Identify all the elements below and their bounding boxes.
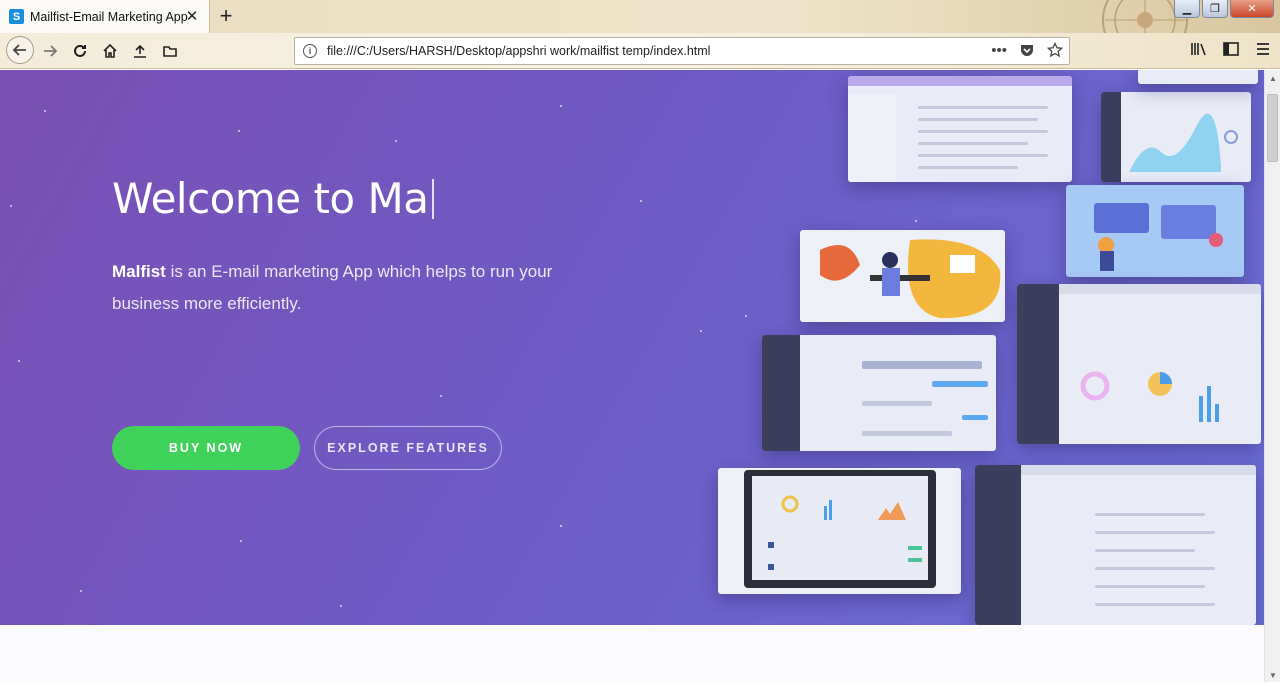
new-tab-button[interactable]: +: [216, 3, 236, 29]
hero-section: Welcome to Ma Malfist is an E-mail marke…: [0, 70, 1264, 625]
star-decoration: [18, 360, 20, 362]
star-decoration: [10, 205, 12, 207]
scroll-down-icon[interactable]: ▼: [1269, 671, 1277, 680]
page-scrollbar[interactable]: ▲ ▼: [1264, 70, 1280, 682]
explore-features-button[interactable]: EXPLORE FEATURES: [314, 426, 502, 470]
hero-description-text: is an E-mail marketing App which helps t…: [112, 262, 553, 313]
scrollbar-thumb[interactable]: [1267, 94, 1278, 162]
star-decoration: [440, 395, 442, 397]
browser-tab[interactable]: S Mailfist-Email Marketing App ✕: [0, 0, 210, 33]
scroll-up-icon[interactable]: ▲: [1269, 74, 1277, 83]
more-actions-icon[interactable]: •••: [991, 42, 1007, 59]
buy-now-button[interactable]: BUY NOW: [112, 426, 300, 470]
folder-icon: [163, 46, 177, 57]
back-arrow-icon: [12, 44, 26, 56]
star-decoration: [240, 540, 242, 542]
reload-button[interactable]: [68, 40, 92, 62]
typing-cursor: [432, 179, 435, 219]
address-bar[interactable]: i file:///C:/Users/HARSH/Desktop/appshri…: [294, 37, 1070, 65]
browser-navbar: i file:///C:/Users/HARSH/Desktop/appshri…: [0, 33, 1280, 69]
next-section: [0, 625, 1264, 682]
screenshot-analytics: [1101, 92, 1251, 182]
sidebar-icon[interactable]: [1222, 41, 1240, 57]
screenshot-illustration-desk: [800, 230, 1005, 322]
folder-button[interactable]: [158, 40, 182, 62]
close-tab-icon[interactable]: ✕: [183, 7, 201, 25]
browser-titlebar: S Mailfist-Email Marketing App ✕ + ▁ ❐ ✕: [0, 0, 1280, 63]
star-decoration: [80, 590, 82, 592]
forward-button[interactable]: [38, 40, 62, 62]
reload-icon: [74, 44, 86, 57]
hero-title-text: Welcome to Ma: [112, 174, 429, 223]
maximize-button[interactable]: ❐: [1202, 0, 1228, 18]
toolbar-right: [1190, 41, 1272, 57]
star-decoration: [745, 315, 747, 317]
star-decoration: [238, 130, 240, 132]
upload-icon: [134, 44, 146, 58]
url-tools: •••: [991, 42, 1063, 59]
star-decoration: [700, 330, 702, 332]
menu-hamburger-icon[interactable]: [1254, 41, 1272, 57]
star-decoration: [560, 105, 562, 107]
screenshot-inbox: [848, 76, 1072, 182]
star-decoration: [560, 525, 562, 527]
minimize-button[interactable]: ▁: [1174, 0, 1200, 18]
site-favicon-icon: S: [9, 9, 24, 24]
home-icon: [103, 43, 117, 58]
tab-title: Mailfist-Email Marketing App: [30, 9, 188, 24]
star-decoration: [395, 140, 397, 142]
star-decoration: [44, 110, 46, 112]
url-text[interactable]: file:///C:/Users/HARSH/Desktop/appshri w…: [327, 44, 710, 58]
close-window-button[interactable]: ✕: [1230, 0, 1274, 18]
screenshot-partial: [1138, 70, 1258, 84]
bookmark-star-icon[interactable]: [1047, 42, 1063, 58]
hero-description: Malfist is an E-mail marketing App which…: [112, 256, 582, 320]
star-decoration: [915, 220, 917, 222]
page-viewport: Welcome to Ma Malfist is an E-mail marke…: [0, 70, 1264, 682]
screenshot-chat: [762, 335, 996, 451]
brand-name: Malfist: [112, 262, 166, 281]
library-icon[interactable]: [1190, 41, 1208, 57]
upload-button[interactable]: [128, 40, 152, 62]
star-decoration: [340, 605, 342, 607]
star-decoration: [640, 200, 642, 202]
screenshot-illustration-team: [1066, 185, 1244, 277]
pocket-icon[interactable]: [1019, 42, 1035, 58]
back-button[interactable]: [6, 36, 34, 64]
screenshot-laptop: [718, 468, 961, 594]
home-button[interactable]: [98, 40, 122, 62]
screenshot-dashboard: [1017, 284, 1261, 444]
site-info-icon[interactable]: i: [303, 44, 317, 58]
hero-title: Welcome to Ma: [112, 174, 435, 223]
forward-arrow-icon: [44, 45, 58, 57]
window-controls: ▁ ❐ ✕: [1174, 0, 1274, 18]
screenshot-email-list: [975, 465, 1256, 625]
